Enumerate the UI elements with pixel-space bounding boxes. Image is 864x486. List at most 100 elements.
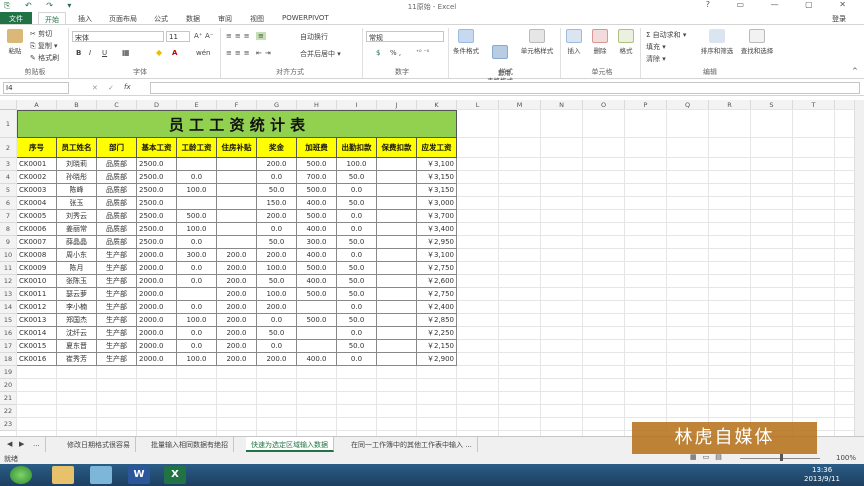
- row-header-13[interactable]: 13: [0, 288, 17, 301]
- table-cell[interactable]: ￥2,250: [417, 327, 457, 340]
- table-cell[interactable]: 50.0: [337, 262, 377, 275]
- table-cell[interactable]: 100.0: [177, 353, 217, 366]
- table-cell[interactable]: [377, 249, 417, 262]
- table-cell[interactable]: 700.0: [297, 171, 337, 184]
- formula-input[interactable]: [150, 82, 860, 94]
- table-cell[interactable]: [377, 314, 417, 327]
- table-cell[interactable]: 50.0: [257, 327, 297, 340]
- table-cell[interactable]: 100.0: [257, 262, 297, 275]
- table-cell[interactable]: 生产部: [97, 327, 137, 340]
- table-cell[interactable]: 50.0: [337, 197, 377, 210]
- table-cell[interactable]: 200.0: [257, 158, 297, 171]
- table-cell[interactable]: 200.0: [217, 249, 257, 262]
- table-cell[interactable]: 500.0: [297, 288, 337, 301]
- table-cell[interactable]: 张陈玉: [57, 275, 97, 288]
- fill-color-icon[interactable]: ◆: [156, 48, 162, 57]
- table-cell[interactable]: [377, 288, 417, 301]
- table-cell[interactable]: 50.0: [257, 275, 297, 288]
- row-header-7[interactable]: 7: [0, 210, 17, 223]
- tab-data[interactable]: 数据: [180, 12, 206, 24]
- table-cell[interactable]: CK0014: [17, 327, 57, 340]
- table-cell[interactable]: [177, 158, 217, 171]
- table-cell[interactable]: 100.0: [177, 314, 217, 327]
- row-header-5[interactable]: 5: [0, 184, 17, 197]
- cut-button[interactable]: ✂ 剪切: [30, 29, 52, 39]
- table-cell[interactable]: [297, 340, 337, 353]
- table-cell[interactable]: 400.0: [297, 249, 337, 262]
- indent-icons[interactable]: ⇤⇥: [256, 49, 274, 57]
- tab-powerpivot[interactable]: POWERPIVOT: [276, 12, 335, 24]
- table-cell[interactable]: 200.0: [257, 301, 297, 314]
- table-cell[interactable]: 2500.0: [137, 171, 177, 184]
- header-cell[interactable]: 序号: [17, 138, 57, 158]
- table-cell[interactable]: 100.0: [177, 223, 217, 236]
- row-header-20[interactable]: 20: [0, 379, 17, 392]
- table-cell[interactable]: 200.0: [217, 353, 257, 366]
- table-cell[interactable]: 品质部: [97, 197, 137, 210]
- table-cell[interactable]: 沈纤云: [57, 327, 97, 340]
- table-cell[interactable]: [217, 171, 257, 184]
- table-cell[interactable]: 400.0: [297, 275, 337, 288]
- table-cell[interactable]: CK0012: [17, 301, 57, 314]
- table-cell[interactable]: 2500.0: [137, 236, 177, 249]
- table-cell[interactable]: 生产部: [97, 340, 137, 353]
- table-cell[interactable]: 2000.0: [137, 327, 177, 340]
- table-cell[interactable]: CK0016: [17, 353, 57, 366]
- table-cell[interactable]: [177, 197, 217, 210]
- table-cell[interactable]: ￥2,850: [417, 314, 457, 327]
- table-cell[interactable]: 0.0: [337, 301, 377, 314]
- header-cell[interactable]: 奖金: [257, 138, 297, 158]
- table-cell[interactable]: 0.0: [337, 223, 377, 236]
- table-cell[interactable]: 0.0: [177, 340, 217, 353]
- header-cell[interactable]: 基本工资: [137, 138, 177, 158]
- table-cell[interactable]: 0.0: [337, 210, 377, 223]
- format-painter-button[interactable]: ✎ 格式刷: [30, 53, 59, 63]
- table-cell[interactable]: 生产部: [97, 288, 137, 301]
- start-button-icon[interactable]: [10, 466, 32, 484]
- table-cell[interactable]: 300.0: [297, 236, 337, 249]
- table-cell[interactable]: 50.0: [337, 340, 377, 353]
- borders-icon[interactable]: ▦: [122, 48, 130, 57]
- table-cell[interactable]: 郑国杰: [57, 314, 97, 327]
- table-cell[interactable]: 0.0: [177, 262, 217, 275]
- sheet-tab-batch-input[interactable]: 批量输入相同数据有绝招: [146, 437, 234, 452]
- header-cell[interactable]: 员工姓名: [57, 138, 97, 158]
- table-cell[interactable]: [377, 158, 417, 171]
- table-cell[interactable]: 周小东: [57, 249, 97, 262]
- table-cell[interactable]: CK0006: [17, 223, 57, 236]
- name-box[interactable]: I4: [3, 82, 69, 94]
- merge-center-button[interactable]: 合并后居中 ▾: [300, 49, 341, 59]
- phonetic-button[interactable]: wén: [196, 49, 210, 57]
- row-header-3[interactable]: 3: [0, 158, 17, 171]
- table-cell[interactable]: 2000.0: [137, 288, 177, 301]
- copy-button[interactable]: ⎘ 复制 ▾: [30, 41, 58, 51]
- insert-function-icon[interactable]: fx: [124, 83, 131, 91]
- table-cell[interactable]: 200.0: [257, 210, 297, 223]
- row-header-2[interactable]: 2: [0, 138, 17, 158]
- table-cell[interactable]: CK0009: [17, 262, 57, 275]
- table-cell[interactable]: 50.0: [337, 314, 377, 327]
- tab-file[interactable]: 文件: [0, 12, 32, 24]
- table-cell[interactable]: 2000.0: [137, 340, 177, 353]
- table-cell[interactable]: [377, 171, 417, 184]
- table-cell[interactable]: 生产部: [97, 249, 137, 262]
- table-cell[interactable]: 500.0: [297, 210, 337, 223]
- table-cell[interactable]: 瑟云萝: [57, 288, 97, 301]
- table-cell[interactable]: ￥2,750: [417, 262, 457, 275]
- header-cell[interactable]: 保费扣款: [377, 138, 417, 158]
- table-cell[interactable]: 2000.0: [137, 262, 177, 275]
- table-cell[interactable]: [377, 340, 417, 353]
- table-cell[interactable]: [217, 210, 257, 223]
- table-cell[interactable]: 生产部: [97, 353, 137, 366]
- table-cell[interactable]: 0.0: [337, 327, 377, 340]
- table-cell[interactable]: 500.0: [297, 158, 337, 171]
- data-cell-first[interactable]: CK0001: [17, 158, 57, 171]
- table-cell[interactable]: CK0002: [17, 171, 57, 184]
- table-cell[interactable]: 崔秀芳: [57, 353, 97, 366]
- worksheet-grid[interactable]: A B C D E F G H I J K L M N O P Q R S T 1 2 3 4 5 6 7 8 9 10 11 12 13 14 1…: [0, 100, 854, 436]
- table-cell[interactable]: 0.0: [257, 340, 297, 353]
- table-cell[interactable]: 刘秀云: [57, 210, 97, 223]
- table-cell[interactable]: [297, 327, 337, 340]
- table-cell[interactable]: 100.0: [337, 158, 377, 171]
- table-cell[interactable]: 500.0: [297, 314, 337, 327]
